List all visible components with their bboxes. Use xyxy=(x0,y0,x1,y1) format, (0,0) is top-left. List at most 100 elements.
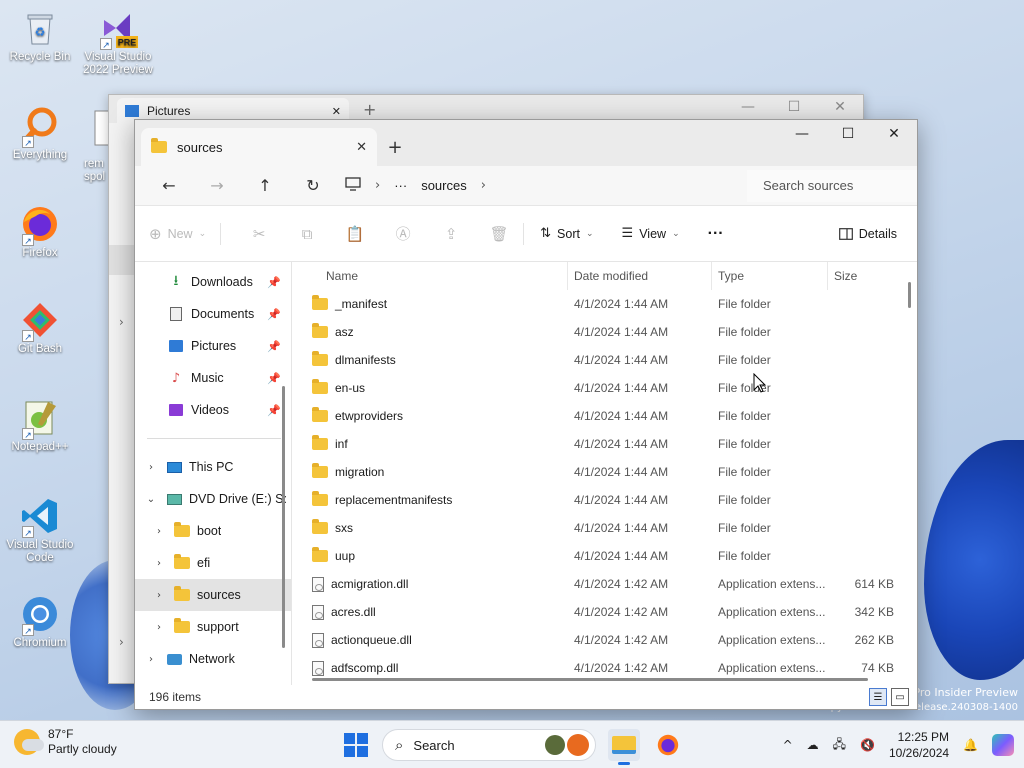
new-tab-icon[interactable]: + xyxy=(363,100,376,119)
minimize-button[interactable]: — xyxy=(779,120,825,148)
chevron-right-icon[interactable]: › xyxy=(151,558,167,569)
table-row[interactable]: replacementmanifests 4/1/2024 1:44 AM File… xyxy=(292,486,917,514)
pin-icon[interactable]: 📌 xyxy=(267,372,281,385)
volume-muted-icon[interactable]: 🔇 xyxy=(860,738,875,752)
table-row[interactable]: dlmanifests 4/1/2024 1:44 AM File folder xyxy=(292,346,917,374)
table-row[interactable]: en-us 4/1/2024 1:44 AM File folder xyxy=(292,374,917,402)
table-row[interactable]: acres.dll 4/1/2024 1:42 AM Application ext… xyxy=(292,598,917,626)
table-row[interactable]: sxs 4/1/2024 1:44 AM File folder xyxy=(292,514,917,542)
tab-sources[interactable]: sources ✕ xyxy=(141,128,377,166)
close-button[interactable]: ✕ xyxy=(871,120,917,148)
details-button[interactable]: Details xyxy=(838,227,897,241)
delete-icon[interactable]: 🗑 xyxy=(475,225,523,243)
chevron-right-icon[interactable]: › xyxy=(151,590,167,601)
tree-item-this[interactable]: › This PC xyxy=(135,451,291,483)
nav-item-videos[interactable]: Videos 📌 xyxy=(135,394,291,426)
table-row[interactable]: migration 4/1/2024 1:44 AM File folder xyxy=(292,458,917,486)
column-date-modified[interactable]: Date modified xyxy=(568,262,712,290)
rename-icon[interactable]: Ⓐ xyxy=(379,223,427,244)
tree-item-sources[interactable]: › sources xyxy=(135,579,291,611)
table-row[interactable]: acmigration.dll 4/1/2024 1:42 AM Applicati… xyxy=(292,570,917,598)
chevron-right-icon[interactable]: › xyxy=(119,315,124,329)
taskbar-firefox[interactable] xyxy=(652,729,684,761)
nav-item-downloads[interactable]: ⭳ Downloads 📌 xyxy=(135,266,291,298)
nav-item-pictures[interactable]: Pictures 📌 xyxy=(135,330,291,362)
view-button[interactable]: ☰ View ⌄ xyxy=(622,226,680,241)
desktop-icon-recycle-bin[interactable]: ♻ Recycle Bin xyxy=(4,8,76,64)
tiles-view-icon[interactable]: ▭ xyxy=(891,688,909,706)
column-size[interactable]: Size xyxy=(828,262,898,290)
close-icon[interactable]: ✕ xyxy=(817,99,863,115)
monitor-icon[interactable] xyxy=(345,177,361,194)
taskbar-file-explorer[interactable] xyxy=(608,729,640,765)
chevron-right-icon[interactable]: › xyxy=(481,178,486,193)
table-row[interactable]: inf 4/1/2024 1:44 AM File folder xyxy=(292,430,917,458)
maximize-button[interactable]: ☐ xyxy=(825,120,871,148)
table-row[interactable]: uup 4/1/2024 1:44 AM File folder xyxy=(292,542,917,570)
nav-scrollbar[interactable] xyxy=(282,386,285,648)
notification-bell-icon[interactable]: 🔔 xyxy=(963,738,978,752)
start-button[interactable] xyxy=(344,733,368,757)
tree-item-efi[interactable]: › efi xyxy=(135,547,291,579)
pin-icon[interactable]: 📌 xyxy=(267,308,281,321)
desktop-icon-firefox[interactable]: ↗ Firefox xyxy=(4,204,76,260)
breadcrumb[interactable]: › ··· sources › xyxy=(345,177,747,194)
desktop-icon-git-bash[interactable]: ↗ Git Bash xyxy=(4,300,76,356)
chevron-down-icon[interactable]: ⌄ xyxy=(143,494,159,505)
share-icon[interactable]: ⇪ xyxy=(427,225,475,243)
maximize-icon[interactable]: ☐ xyxy=(771,99,817,115)
tree-item-network[interactable]: › Network xyxy=(135,643,291,675)
column-name[interactable]: Name xyxy=(292,262,568,290)
minimize-icon[interactable]: — xyxy=(725,99,771,115)
column-type[interactable]: Type xyxy=(712,262,828,290)
table-row[interactable]: etwproviders 4/1/2024 1:44 AM File folder xyxy=(292,402,917,430)
forward-button[interactable]: → xyxy=(193,176,241,195)
tree-item-boot[interactable]: › boot xyxy=(135,515,291,547)
refresh-button[interactable]: ↻ xyxy=(289,176,337,195)
chevron-right-icon[interactable]: › xyxy=(151,526,167,537)
chevron-right-icon[interactable]: › xyxy=(119,635,124,649)
close-tab-icon[interactable]: ✕ xyxy=(356,140,367,155)
up-button[interactable]: ↑ xyxy=(241,176,289,195)
pin-icon[interactable]: 📌 xyxy=(267,404,281,417)
cut-icon[interactable]: ✂ xyxy=(235,225,283,243)
chevron-right-icon[interactable]: › xyxy=(143,654,159,665)
network-icon[interactable]: 🖧 xyxy=(833,735,846,756)
nav-item-documents[interactable]: Documents 📌 xyxy=(135,298,291,330)
horizontal-scrollbar[interactable] xyxy=(312,678,868,681)
table-row[interactable]: actionqueue.dll 4/1/2024 1:42 AM Applicati… xyxy=(292,626,917,654)
desktop-icon-vscode[interactable]: ↗ Visual Studio Code xyxy=(4,496,76,565)
chevron-right-icon[interactable]: › xyxy=(151,622,167,633)
breadcrumb-overflow[interactable]: ··· xyxy=(394,178,407,193)
desktop-icon-notepad-plus-plus[interactable]: ↗ Notepad++ xyxy=(4,398,76,454)
search-input[interactable]: Search sources xyxy=(747,169,917,202)
new-button[interactable]: ⊕ New ⌄ xyxy=(149,225,206,243)
chevron-right-icon[interactable]: › xyxy=(143,462,159,473)
chevron-up-icon[interactable]: ^ xyxy=(783,738,793,752)
more-options-button[interactable]: ··· xyxy=(708,225,724,243)
file-explorer-window[interactable]: sources ✕ + — ☐ ✕ ← → ↑ ↻ › ··· sources … xyxy=(134,119,918,710)
tree-item-support[interactable]: › support xyxy=(135,611,291,643)
clock[interactable]: 12:25 PM 10/26/2024 xyxy=(889,729,949,761)
pin-icon[interactable]: 📌 xyxy=(267,276,281,289)
tree-item-dvd[interactable]: ⌄ DVD Drive (E:) S: xyxy=(135,483,291,515)
sort-button[interactable]: ⇅ Sort ⌄ xyxy=(540,226,593,241)
vertical-scrollbar[interactable] xyxy=(908,282,911,308)
desktop-icon-chromium[interactable]: ↗ Chromium xyxy=(4,594,76,650)
cloud-sync-icon[interactable]: ☁ xyxy=(807,738,819,752)
details-view-icon[interactable]: ☰ xyxy=(869,688,887,706)
copilot-icon[interactable] xyxy=(992,734,1014,756)
pin-icon[interactable]: 📌 xyxy=(267,340,281,353)
weather-widget[interactable]: 87°F Partly cloudy xyxy=(14,727,117,757)
desktop-icon-everything[interactable]: ↗ Everything xyxy=(4,106,76,162)
copy-icon[interactable]: ⧉ xyxy=(283,225,331,243)
breadcrumb-current[interactable]: sources xyxy=(421,178,467,193)
paste-icon[interactable]: 📋 xyxy=(331,225,379,243)
nav-item-music[interactable]: ♪ Music 📌 xyxy=(135,362,291,394)
taskbar-search[interactable]: ⌕ Search xyxy=(382,729,596,761)
back-button[interactable]: ← xyxy=(145,176,193,195)
table-row[interactable]: _manifest 4/1/2024 1:44 AM File folder xyxy=(292,290,917,318)
new-tab-button[interactable]: + xyxy=(377,128,413,166)
close-tab-icon[interactable]: ✕ xyxy=(332,105,341,118)
chevron-right-icon[interactable]: › xyxy=(375,178,380,193)
